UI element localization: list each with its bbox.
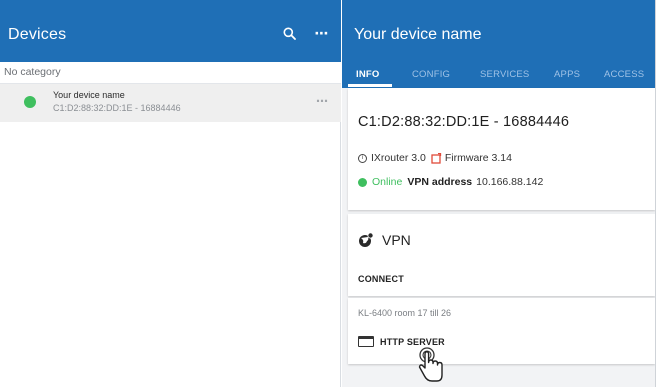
devices-title: Devices (8, 26, 67, 43)
category-header: No category (0, 62, 341, 84)
device-id: C1:D2:88:32:DD:1E - 16884446 (53, 103, 181, 113)
tab-services[interactable]: SERVICES (480, 69, 529, 80)
online-status-dot (358, 177, 367, 187)
search-button[interactable] (278, 22, 300, 44)
device-model: IXrouter 3.0 (371, 152, 426, 164)
app-window: Devices ⋯ No category Your device name C… (0, 0, 663, 387)
devices-header: Devices ⋯ (0, 0, 341, 62)
model-firmware-line: i IXrouter 3.0 Firmware 3.14 (358, 152, 512, 164)
device-id-heading: C1:D2:88:32:DD:1E - 16884446 (358, 114, 570, 130)
device-detail-header: Your device name INFO CONFIG SERVICES AP… (342, 0, 655, 88)
tab-apps[interactable]: APPS (554, 69, 580, 80)
firmware-version: Firmware 3.14 (444, 152, 512, 164)
vpn-card: VPN CONNECT (348, 214, 655, 296)
tab-info[interactable]: INFO (356, 69, 380, 80)
vpn-globe-icon (359, 232, 374, 247)
more-options-button[interactable]: ⋯ (311, 22, 333, 44)
more-horizontal-icon: ⋯ (316, 94, 329, 108)
device-title: Your device name (354, 26, 482, 43)
active-tab-indicator (348, 84, 392, 87)
vpn-address-value: 10.166.88.142 (476, 176, 544, 188)
search-icon (283, 27, 296, 40)
info-icon: i (358, 153, 367, 163)
category-label: No category (4, 66, 61, 78)
more-horizontal-icon: ⋯ (314, 24, 330, 41)
online-status-dot (24, 96, 36, 108)
window-edge (655, 0, 663, 387)
vpn-address-label: VPN address (407, 176, 473, 188)
device-name: Your device name (53, 90, 125, 100)
device-info-card: C1:D2:88:32:DD:1E - 16884446 i IXrouter … (348, 88, 655, 210)
service-card: KL-6400 room 17 till 26 HTTP SERVER (348, 298, 655, 364)
online-status-text: Online (372, 176, 403, 188)
status-line: Online VPN address 10.166.88.142 (358, 176, 543, 188)
device-location: KL-6400 room 17 till 26 (358, 308, 452, 318)
http-server-label: HTTP SERVER (380, 336, 445, 347)
vpn-header: VPN (358, 232, 411, 248)
device-list-item[interactable]: Your device name C1:D2:88:32:DD:1E - 168… (0, 84, 341, 122)
tab-access[interactable]: ACCESS (604, 69, 644, 80)
tab-config[interactable]: CONFIG (412, 69, 450, 80)
firmware-icon (431, 152, 442, 164)
vpn-title: VPN (382, 232, 411, 248)
device-detail-panel: Your device name INFO CONFIG SERVICES AP… (342, 0, 655, 387)
devices-panel: Devices ⋯ No category Your device name C… (0, 0, 341, 387)
connect-button[interactable]: CONNECT (358, 274, 404, 284)
window-icon (358, 336, 374, 347)
hand-pointer-icon (418, 347, 443, 382)
row-more-button[interactable]: ⋯ (316, 94, 329, 108)
